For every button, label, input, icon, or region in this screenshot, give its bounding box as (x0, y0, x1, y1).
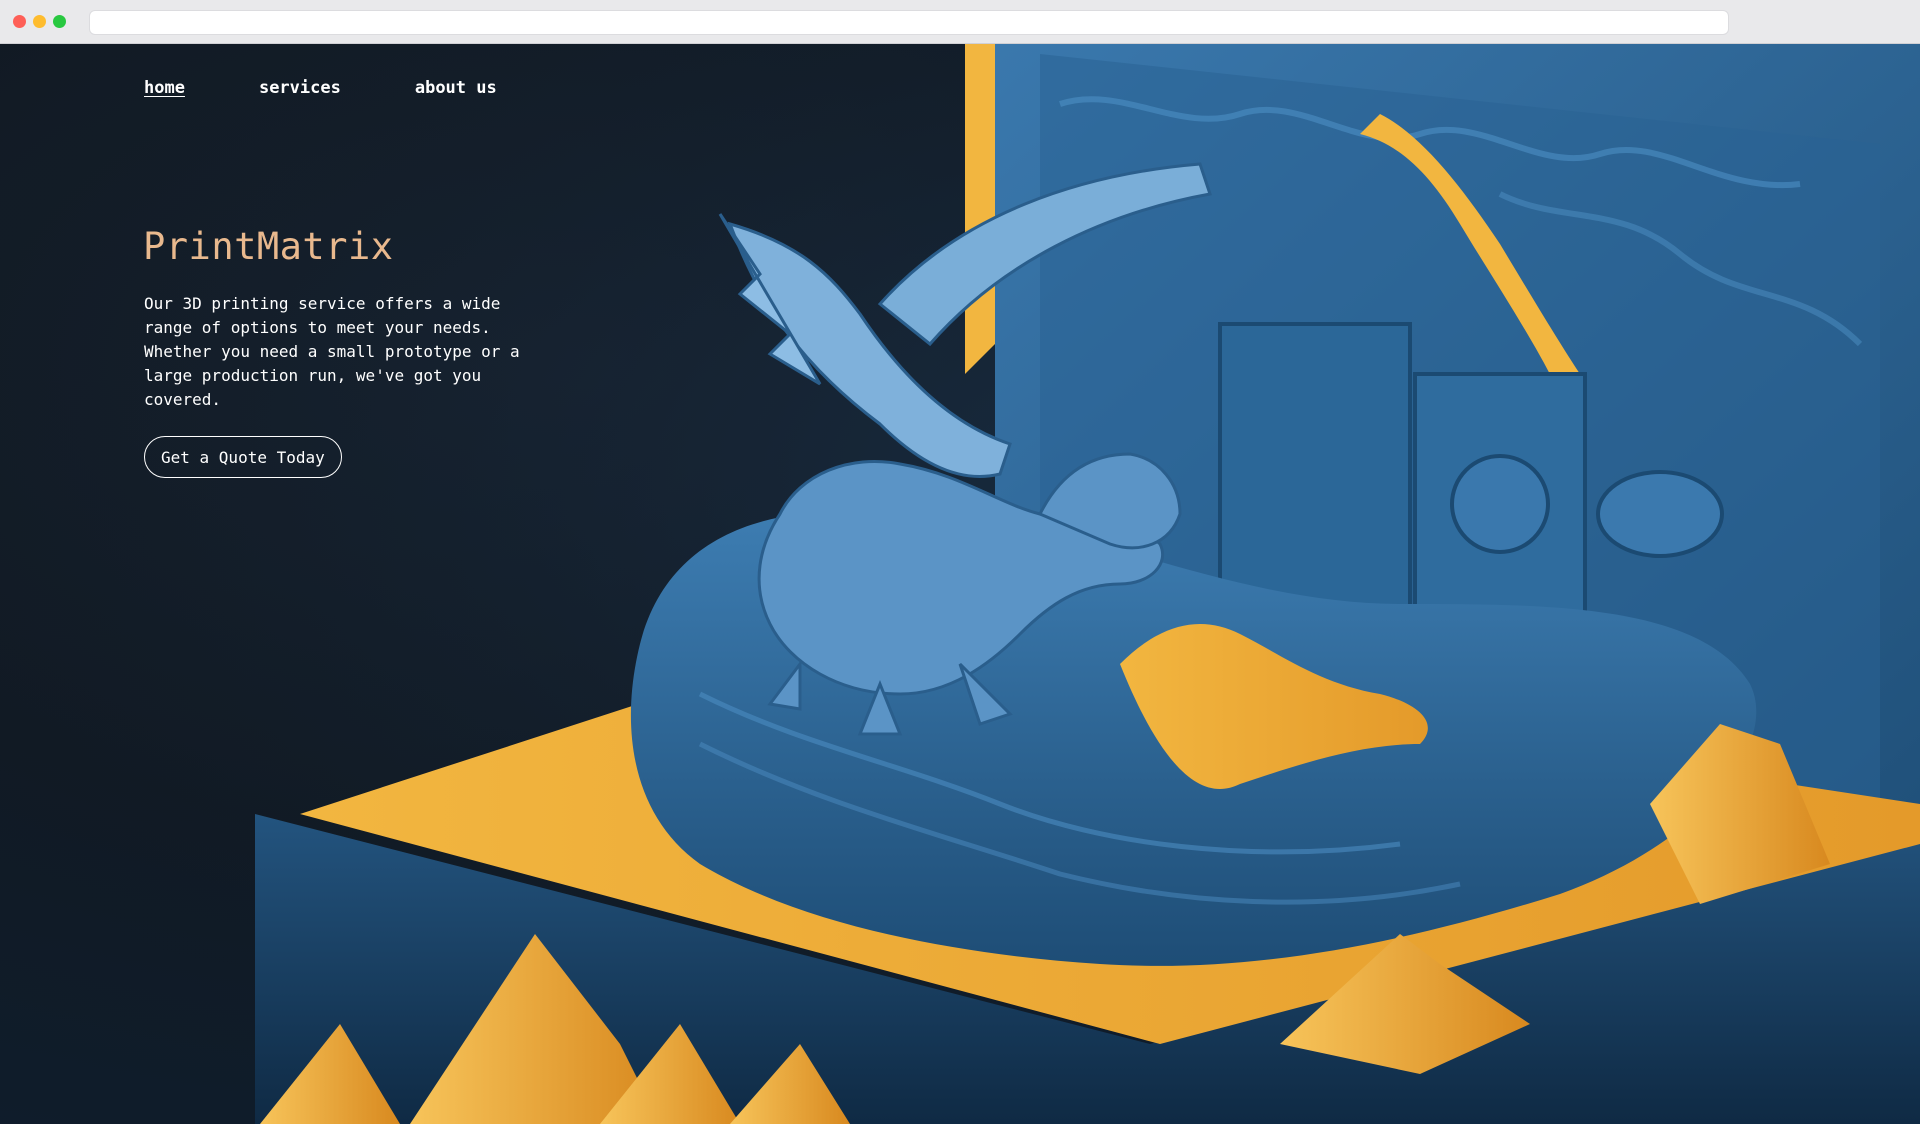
minimize-window-button[interactable] (33, 15, 46, 28)
wall-trim-left (965, 44, 995, 374)
close-window-button[interactable] (13, 15, 26, 28)
get-quote-button[interactable]: Get a Quote Today (144, 436, 342, 478)
maximize-window-button[interactable] (53, 15, 66, 28)
nav-services-link[interactable]: services (259, 78, 341, 98)
nav-home-link[interactable]: home (144, 78, 185, 98)
hero-illustration (0, 44, 1920, 1124)
filament-spool (1596, 470, 1724, 558)
address-bar[interactable] (89, 10, 1729, 35)
page-viewport: home services about us PrintMatrix Our 3… (0, 44, 1920, 1124)
hero-description: Our 3D printing service offers a wide ra… (144, 294, 520, 409)
browser-chrome (0, 0, 1920, 44)
nav-about-us-link[interactable]: about us (415, 78, 497, 98)
lion-medallion (1450, 454, 1550, 554)
brand-title: PrintMatrix (143, 225, 394, 268)
main-nav: home services about us (144, 78, 497, 98)
